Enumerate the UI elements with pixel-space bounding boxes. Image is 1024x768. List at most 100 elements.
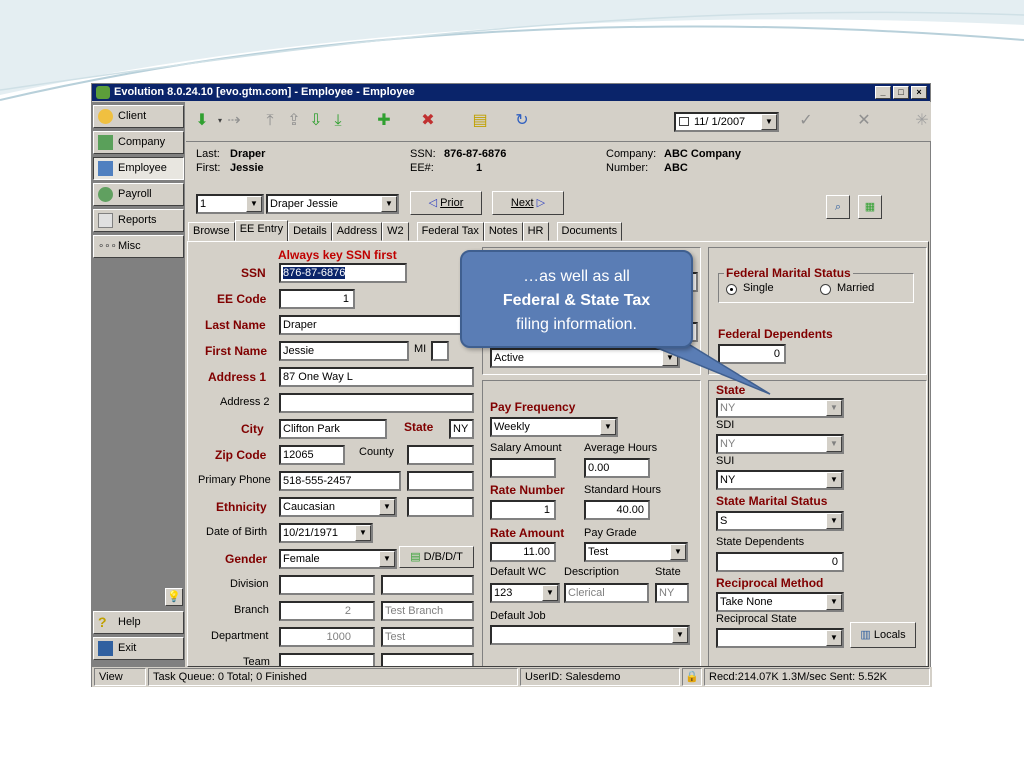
default-job-select[interactable]: ▼ xyxy=(490,625,690,645)
state-field[interactable]: NY xyxy=(449,419,474,439)
maximize-button[interactable]: □ xyxy=(893,86,909,99)
dob-field[interactable]: 10/21/1971 ▼ xyxy=(279,523,373,543)
tab-ee-entry[interactable]: EE Entry xyxy=(234,220,289,241)
copy-icon[interactable]: ⇢ xyxy=(224,111,244,131)
address1-field[interactable]: 87 One Way L xyxy=(279,367,474,387)
next-button[interactable]: Next ▷ xyxy=(492,191,564,215)
dbdt-button[interactable]: ▤ D/B/D/T xyxy=(399,546,474,568)
close-button[interactable]: × xyxy=(911,86,927,99)
prior-button[interactable]: ◁ Prior xyxy=(410,191,482,215)
standard-hours-field[interactable]: 40.00 xyxy=(584,500,650,520)
team-name-field[interactable] xyxy=(381,653,474,666)
tab-w2[interactable]: W2 xyxy=(382,222,409,241)
chevron-down-icon[interactable]: ▼ xyxy=(600,419,616,435)
department-name-field[interactable]: Test xyxy=(381,627,474,647)
delete-record-icon[interactable]: ✖ xyxy=(418,111,438,131)
state-tax-select[interactable]: NY ▼ xyxy=(716,398,844,418)
ssn-field[interactable]: 876-87-6876 xyxy=(279,263,407,283)
division-name-field[interactable] xyxy=(381,575,474,595)
chevron-down-icon[interactable]: ▼ xyxy=(542,585,558,601)
sui-select[interactable]: NY ▼ xyxy=(716,470,844,490)
chevron-down-icon[interactable]: ▼ xyxy=(761,114,777,130)
tab-browse[interactable]: Browse xyxy=(188,222,235,241)
sidebar-item-payroll[interactable]: Payroll xyxy=(93,183,184,206)
sidebar-item-misc[interactable]: ∘∘∘ Misc xyxy=(93,235,184,258)
rate-number-field[interactable]: 1 xyxy=(490,500,556,520)
sidebar-item-client[interactable]: Client xyxy=(93,105,184,128)
insert-icon[interactable]: ⬇ xyxy=(192,111,212,131)
description-field[interactable]: Clerical xyxy=(564,583,649,603)
single-radio[interactable] xyxy=(726,284,737,295)
employee-index-select[interactable]: 1 ▼ xyxy=(196,194,264,214)
chevron-down-icon[interactable]: ▼ xyxy=(826,472,842,488)
export-icon[interactable]: ▦ xyxy=(858,195,882,219)
branch-name-field[interactable]: Test Branch xyxy=(381,601,474,621)
first-name-field[interactable]: Jessie xyxy=(279,341,409,361)
mi-field[interactable] xyxy=(431,341,449,361)
chevron-down-icon[interactable]: ▼ xyxy=(826,594,842,610)
first-record-icon[interactable]: ⤒ xyxy=(260,111,280,131)
default-wc-select[interactable]: 123 ▼ xyxy=(490,583,560,603)
locals-button[interactable]: ▥ Locals xyxy=(850,622,916,648)
reciprocal-state-select[interactable]: ▼ xyxy=(716,628,844,648)
folder-icon[interactable]: ▤ xyxy=(470,111,490,131)
average-hours-field[interactable]: 0.00 xyxy=(584,458,650,478)
sparkle-icon[interactable]: ✳ xyxy=(912,111,932,131)
rate-amount-field[interactable]: 11.00 xyxy=(490,542,556,562)
chevron-down-icon[interactable]: ▼ xyxy=(672,627,688,643)
add-record-icon[interactable]: ✚ xyxy=(374,111,394,131)
chevron-down-icon[interactable]: ▼ xyxy=(670,544,686,560)
state-marital-select[interactable]: S ▼ xyxy=(716,511,844,531)
employee-name-select[interactable]: Draper Jessie ▼ xyxy=(266,194,399,214)
chevron-down-icon[interactable]: ▼ xyxy=(355,525,371,541)
sidebar-item-employee[interactable]: Employee xyxy=(93,157,184,180)
refresh-icon[interactable]: ↻ xyxy=(512,111,532,131)
division-field[interactable] xyxy=(279,575,375,595)
chevron-down-icon[interactable]: ▼ xyxy=(826,400,842,416)
sidebar-item-reports[interactable]: Reports xyxy=(93,209,184,232)
county-field[interactable] xyxy=(407,445,474,465)
tab-address[interactable]: Address xyxy=(331,222,383,241)
chevron-down-icon[interactable]: ▼ xyxy=(826,630,842,646)
chevron-down-icon[interactable]: ▼ xyxy=(379,499,395,515)
status-select[interactable]: Active ▼ xyxy=(490,348,680,368)
chevron-down-icon[interactable]: ▼ xyxy=(826,513,842,529)
post-icon[interactable]: ✓ xyxy=(796,111,816,131)
ethnicity-extra-field[interactable] xyxy=(407,497,474,517)
chevron-down-icon[interactable]: ▼ xyxy=(662,350,678,366)
help-button[interactable]: ? Help xyxy=(93,611,184,634)
reciprocal-method-select[interactable]: Take None ▼ xyxy=(716,592,844,612)
city-field[interactable]: Clifton Park xyxy=(279,419,387,439)
download-icon[interactable]: ⇩ xyxy=(306,111,326,131)
wc-state-field[interactable]: NY xyxy=(655,583,689,603)
chevron-down-icon[interactable]: ▼ xyxy=(381,196,397,212)
state-dependents-field[interactable]: 0 xyxy=(716,552,844,572)
salary-amount-field[interactable] xyxy=(490,458,556,478)
effective-date-field[interactable]: 11/ 1/2007 ▼ xyxy=(674,112,779,132)
chevron-down-icon[interactable]: ▼ xyxy=(826,436,842,452)
tab-details[interactable]: Details xyxy=(288,222,332,241)
pay-frequency-select[interactable]: Weekly ▼ xyxy=(490,417,618,437)
exit-button[interactable]: Exit xyxy=(93,637,184,660)
chevron-down-icon[interactable]: ▼ xyxy=(246,196,262,212)
tab-hr[interactable]: HR xyxy=(522,222,549,241)
federal-dependents-field[interactable]: 0 xyxy=(718,344,786,364)
team-field[interactable] xyxy=(279,653,375,666)
minimize-button[interactable]: _ xyxy=(875,86,891,99)
tab-documents[interactable]: Documents xyxy=(556,222,623,241)
cancel-icon[interactable]: ✕ xyxy=(854,111,874,131)
department-field[interactable]: 1000 xyxy=(279,627,375,647)
sidebar-item-company[interactable]: Company xyxy=(93,131,184,154)
phone-field[interactable]: 518-555-2457 xyxy=(279,471,401,491)
gender-select[interactable]: Female ▼ xyxy=(279,549,397,569)
married-radio[interactable] xyxy=(820,284,831,295)
last-record-icon[interactable]: ⤓ xyxy=(328,111,348,131)
sdi-select[interactable]: NY ▼ xyxy=(716,434,844,454)
address2-field[interactable] xyxy=(279,393,474,413)
upload-icon[interactable]: ⇪ xyxy=(284,111,304,131)
search-icon[interactable]: ⌕ xyxy=(826,195,850,219)
ethnicity-select[interactable]: Caucasian ▼ xyxy=(279,497,397,517)
ee-code-field[interactable]: 1 xyxy=(279,289,355,309)
zip-field[interactable]: 12065 xyxy=(279,445,345,465)
view-button[interactable]: View xyxy=(94,668,146,686)
